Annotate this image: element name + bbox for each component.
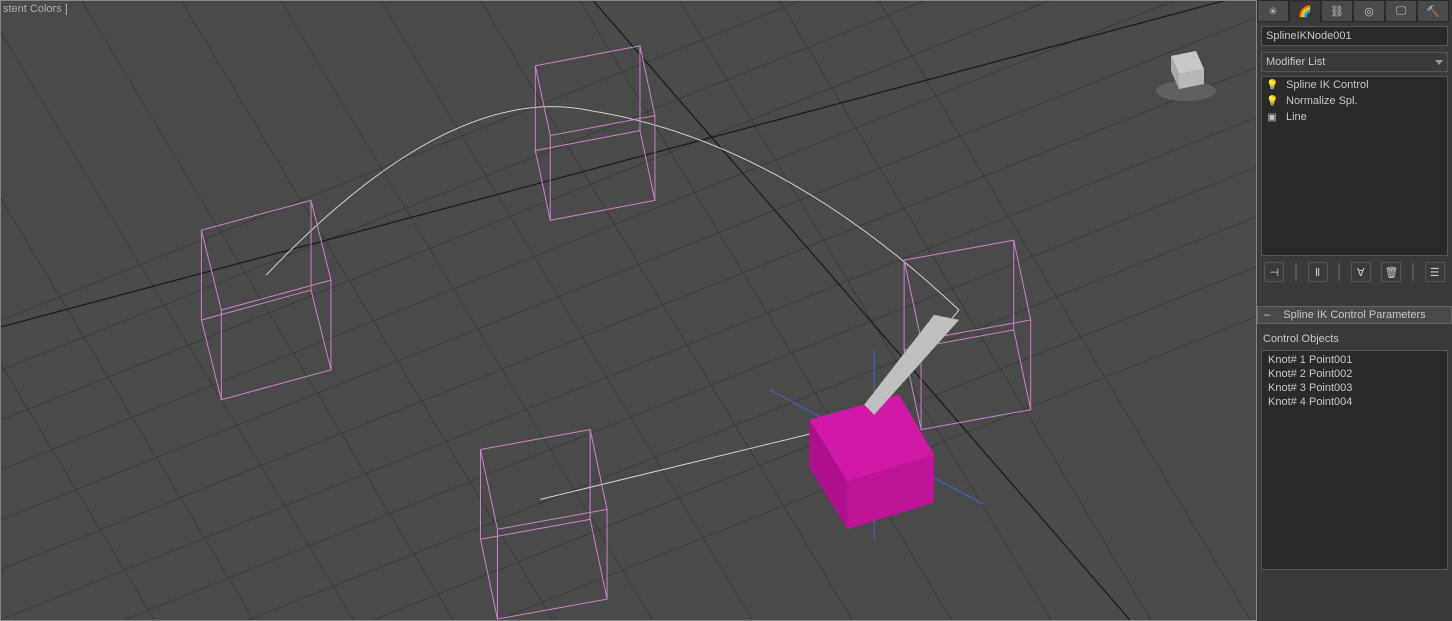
make-unique-button[interactable]: ∀	[1351, 262, 1371, 282]
collapse-icon: –	[1264, 309, 1270, 321]
3d-viewport[interactable]: stent Colors ]	[0, 0, 1257, 621]
display-tab[interactable]: 🖵	[1385, 0, 1417, 22]
stack-item[interactable]: ▣ Line	[1262, 109, 1447, 125]
show-end-icon: Ⅱ	[1315, 266, 1320, 279]
display-icon: 🖵	[1396, 5, 1407, 18]
stack-toolbar: ⊣ Ⅱ ∀ 🗑 ☰	[1257, 258, 1452, 286]
modifier-list-label: Modifier List	[1266, 56, 1325, 68]
configure-icon: ☰	[1430, 266, 1440, 279]
list-item[interactable]: Knot# 3 Point003	[1264, 381, 1445, 395]
separator	[1412, 263, 1414, 281]
chevron-down-icon	[1435, 60, 1443, 65]
command-panel-tabs: ✳ 🌈 ⛓ ◎ 🖵 🔨	[1257, 0, 1452, 22]
viewport-scene	[1, 1, 1256, 620]
trash-icon: 🗑	[1384, 266, 1398, 279]
stack-item[interactable]: 💡 Spline IK Control	[1262, 77, 1447, 93]
hierarchy-tab[interactable]: ⛓	[1321, 0, 1353, 22]
create-icon: ✳	[1268, 5, 1277, 18]
pin-icon: ⊣	[1270, 266, 1280, 279]
separator	[1295, 263, 1297, 281]
utilities-icon: 🔨	[1426, 5, 1440, 18]
lightbulb-icon: 💡	[1266, 96, 1278, 107]
rollout-title: Spline IK Control Parameters	[1283, 309, 1425, 321]
list-item[interactable]: Knot# 4 Point004	[1264, 395, 1445, 409]
separator	[1338, 263, 1340, 281]
view-cube[interactable]	[1146, 31, 1226, 111]
unique-icon: ∀	[1357, 266, 1365, 279]
list-item[interactable]: Knot# 1 Point001	[1264, 353, 1445, 367]
show-end-result-button[interactable]: Ⅱ	[1308, 262, 1328, 282]
stack-item-label: Line	[1286, 111, 1307, 123]
modifier-list-dropdown[interactable]: Modifier List	[1261, 52, 1448, 72]
stack-item-label: Normalize Spl.	[1286, 95, 1358, 107]
motion-icon: ◎	[1364, 5, 1374, 18]
modify-icon: 🌈	[1298, 5, 1312, 18]
create-tab[interactable]: ✳	[1257, 0, 1289, 22]
selected-object	[809, 395, 934, 530]
configure-sets-button[interactable]: ☰	[1425, 262, 1445, 282]
control-objects-label: Control Objects	[1257, 330, 1452, 348]
modifier-stack[interactable]: 💡 Spline IK Control 💡 Normalize Spl. ▣ L…	[1261, 76, 1448, 256]
lightbulb-icon: 💡	[1266, 80, 1278, 91]
object-name-field[interactable]: SplineIKNode001	[1261, 26, 1448, 46]
command-panel: ✳ 🌈 ⛓ ◎ 🖵 🔨 SplineIKNode001 Modifier Lis…	[1257, 0, 1452, 621]
utilities-tab[interactable]: 🔨	[1417, 0, 1449, 22]
modify-tab[interactable]: 🌈	[1289, 0, 1321, 22]
stack-item-label: Spline IK Control	[1286, 79, 1369, 91]
expand-icon: ▣	[1266, 112, 1278, 123]
viewport-label: stent Colors ]	[3, 3, 68, 15]
hierarchy-icon: ⛓	[1330, 5, 1344, 18]
point-helper-4	[480, 430, 607, 619]
rollout-header[interactable]: – Spline IK Control Parameters	[1257, 306, 1452, 324]
pin-stack-button[interactable]: ⊣	[1264, 262, 1284, 282]
stack-item[interactable]: 💡 Normalize Spl.	[1262, 93, 1447, 109]
control-objects-list[interactable]: Knot# 1 Point001 Knot# 2 Point002 Knot# …	[1261, 350, 1448, 570]
list-item[interactable]: Knot# 2 Point002	[1264, 367, 1445, 381]
remove-modifier-button[interactable]: 🗑	[1381, 262, 1401, 282]
motion-tab[interactable]: ◎	[1353, 0, 1385, 22]
